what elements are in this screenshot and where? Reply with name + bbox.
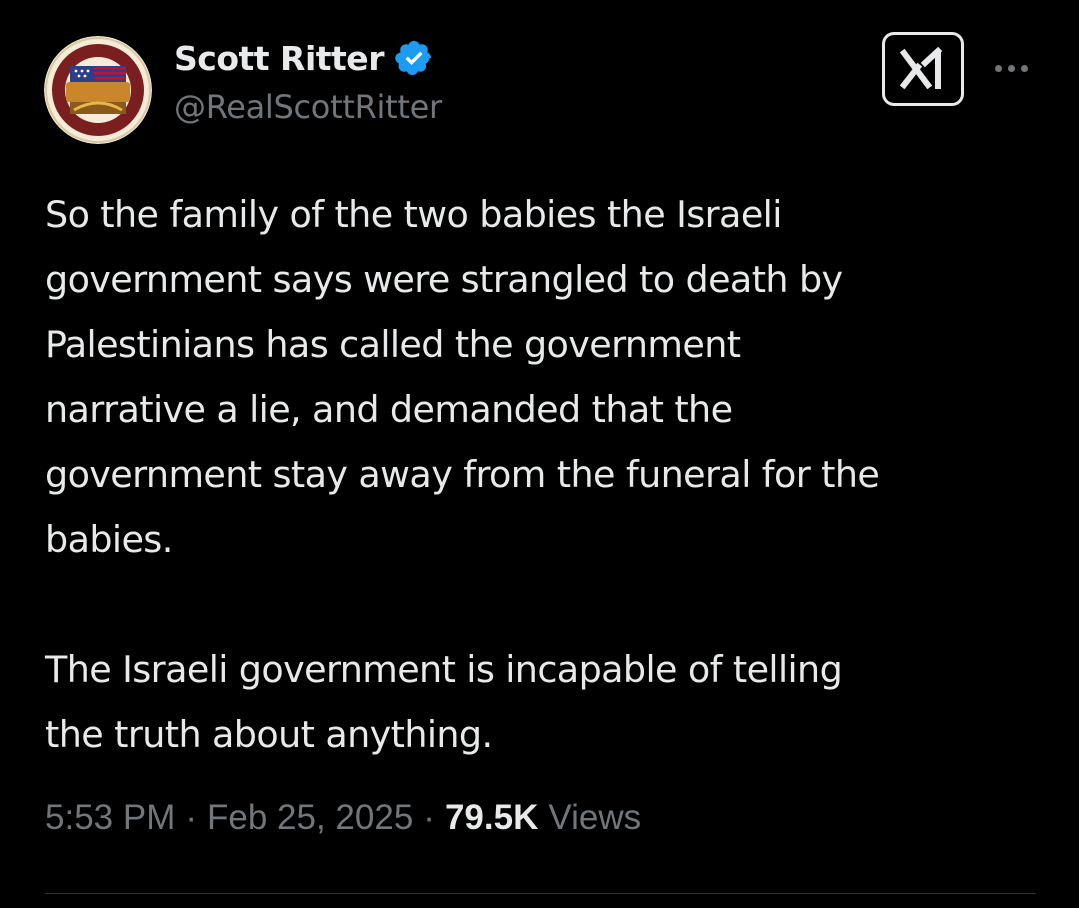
tweet-line: The Israeli government is incapable of t… (45, 648, 843, 691)
author-handle[interactable]: @RealScottRitter (174, 88, 442, 126)
tweet-line: narrative a lie, and demanded that the (45, 388, 733, 431)
tweet-line: Palestinians has called the government (45, 323, 741, 366)
tweet-time[interactable]: 5:53 PM (45, 798, 175, 838)
tweet-card: Scott Ritter @RealScottRitter So the fam… (0, 0, 1079, 908)
tweet-line: babies. (45, 518, 173, 561)
tweet-date[interactable]: Feb 25, 2025 (207, 798, 413, 838)
more-options-button[interactable] (986, 48, 1036, 88)
grok-icon (899, 47, 943, 90)
operation-dawn-seal-avatar-icon (44, 36, 152, 144)
grok-button[interactable] (882, 32, 964, 106)
more-horizontal-icon (994, 64, 1002, 72)
tweet-line: government stay away from the funeral fo… (45, 453, 880, 496)
meta-separator: · (185, 798, 198, 837)
meta-separator: · (423, 798, 435, 837)
tweet-line: So the family of the two babies the Isra… (45, 193, 782, 236)
views-count[interactable]: 79.5K (445, 798, 538, 838)
tweet-text: So the family of the two babies the Isra… (45, 182, 1035, 767)
more-dot (1020, 64, 1028, 72)
author-name-row[interactable]: Scott Ritter (174, 36, 434, 80)
tweet-meta: 5:53 PM · Feb 25, 2025 · 79.5K Views (45, 798, 641, 838)
more-dot (1007, 64, 1015, 72)
tweet-line: government says were strangled to death … (45, 258, 843, 301)
tweet-line: the truth about anything. (45, 713, 493, 756)
verified-badge-icon (394, 38, 434, 78)
views-label: Views (548, 798, 642, 837)
avatar[interactable] (44, 36, 152, 144)
divider (45, 893, 1036, 894)
author-display-name[interactable]: Scott Ritter (174, 39, 384, 78)
